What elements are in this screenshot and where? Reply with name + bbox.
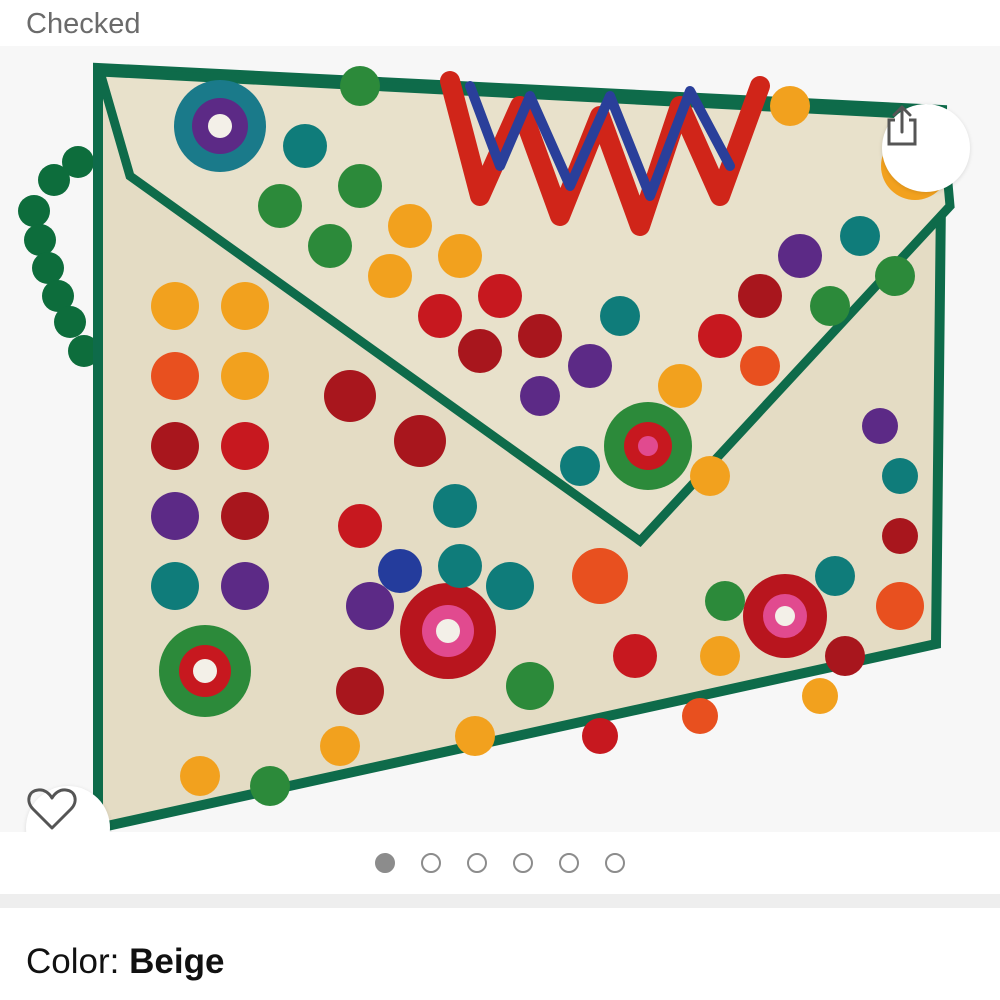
color-label: Color: bbox=[26, 942, 120, 981]
carousel-dot-1[interactable] bbox=[375, 853, 395, 873]
bag-handle bbox=[18, 146, 100, 367]
section-divider bbox=[0, 894, 1000, 908]
carousel-dot-2[interactable] bbox=[421, 853, 441, 873]
color-value: Beige bbox=[129, 942, 225, 981]
share-button[interactable] bbox=[882, 104, 970, 192]
carousel-dot-6[interactable] bbox=[605, 853, 625, 873]
carousel-dot-5[interactable] bbox=[559, 853, 579, 873]
carousel-dot-4[interactable] bbox=[513, 853, 533, 873]
product-image[interactable] bbox=[0, 46, 1000, 870]
carousel-dot-3[interactable] bbox=[467, 853, 487, 873]
color-selection: Color: Beige bbox=[26, 942, 224, 982]
status-label: Checked bbox=[26, 8, 141, 40]
clutch-bag-illustration bbox=[18, 62, 955, 832]
image-carousel-indicators bbox=[0, 832, 1000, 894]
